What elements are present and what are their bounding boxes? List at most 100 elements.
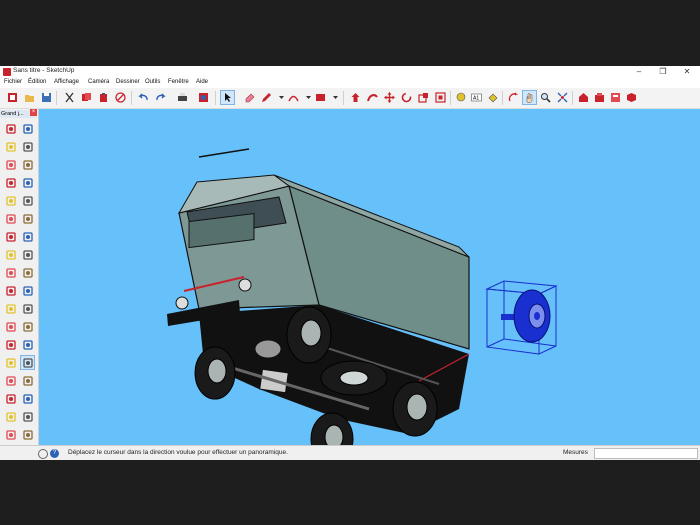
push-pull-icon[interactable] [21,248,34,261]
warehouse-icon[interactable] [577,91,590,104]
model-viewport[interactable] [39,109,700,445]
zoom-icon[interactable] [4,374,17,387]
title-bar: Sans titre - SketchUp – ❐ ✕ [0,66,700,78]
text-icon[interactable]: A1 [470,91,483,104]
menu-fenetre[interactable]: Fenêtre [168,79,189,85]
arc-icon[interactable] [4,212,17,225]
close-icon[interactable]: ✕ [676,66,698,78]
dimension-icon[interactable] [21,302,34,315]
close-icon[interactable]: × [30,109,37,116]
sketchup-window: Sans titre - SketchUp – ❐ ✕ Fichier Édit… [0,66,700,460]
main-toolbar: A1 [0,88,700,109]
open-file-icon[interactable] [23,91,36,104]
extensions-icon[interactable] [593,91,606,104]
rotate-icon[interactable] [4,266,17,279]
menu-outils[interactable]: Outils [145,79,160,85]
rotated-rectangle-icon[interactable] [21,176,34,189]
tape-measure-icon[interactable] [4,302,17,315]
print-icon[interactable] [176,91,189,104]
component-icon[interactable] [21,122,34,135]
zoom-icon[interactable] [539,91,552,104]
circle-icon[interactable] [4,194,17,207]
orbit-icon[interactable] [507,91,520,104]
push-pull-icon[interactable] [349,91,362,104]
model-info-icon[interactable] [197,91,210,104]
rectangle-icon[interactable] [4,176,17,189]
window-title: Sans titre - SketchUp [13,67,75,74]
paste-icon[interactable] [97,91,110,104]
eraser-icon[interactable] [21,140,34,153]
offset-icon[interactable] [21,284,34,297]
pencil-icon[interactable] [260,91,273,104]
measurements-input[interactable] [594,448,698,459]
arc-icon[interactable] [287,91,300,104]
rotate-icon[interactable] [400,91,413,104]
menu-camera[interactable]: Caméra [88,79,109,85]
select-icon[interactable] [4,122,17,135]
eraser-icon[interactable] [243,91,256,104]
pan-icon[interactable] [522,90,537,105]
move-icon[interactable] [383,91,396,104]
minimize-icon[interactable]: – [628,66,650,78]
pie-icon[interactable] [21,212,34,225]
menu-fichier[interactable]: Fichier [4,79,22,85]
menu-aide[interactable]: Aide [196,79,208,85]
sketchup-extension-icon[interactable] [625,91,638,104]
layout-icon[interactable] [609,91,622,104]
undo-icon[interactable] [137,91,150,104]
status-bar: ? Déplacez le curseur dans la direction … [0,445,700,460]
line-icon[interactable] [4,158,17,171]
freehand-icon[interactable] [21,158,34,171]
large-toolset-panel: Grand j... × [0,109,39,445]
geo-location-icon[interactable] [38,449,48,459]
cut-icon[interactable] [63,91,76,104]
shape-icon[interactable] [314,91,327,104]
polygon-icon[interactable] [21,194,34,207]
select-icon[interactable] [220,90,235,105]
copy-icon[interactable] [80,91,93,104]
sketchup-logo-icon [3,68,11,76]
offset-icon[interactable] [434,91,447,104]
protractor-icon[interactable] [4,320,17,333]
scale-icon[interactable] [417,91,430,104]
selected-wheel-component[interactable] [485,280,558,355]
two-point-arc-icon[interactable] [21,230,34,243]
look-around-icon[interactable] [21,410,34,423]
menu-bar: Fichier Édition Affichage Caméra Dessine… [0,78,700,88]
walk-icon[interactable] [4,428,17,441]
position-camera-icon[interactable] [4,410,17,423]
save-icon[interactable] [40,91,53,104]
menu-edition[interactable]: Édition [28,79,46,85]
follow-me-icon[interactable] [366,91,379,104]
move-icon[interactable] [4,248,17,261]
zoom-extents-icon[interactable] [4,392,17,405]
chevron-down-icon[interactable] [329,91,342,104]
tape-measure-icon[interactable] [455,91,468,104]
follow-me-icon[interactable] [21,266,34,279]
3d-text-icon[interactable] [21,338,34,351]
text-icon[interactable] [21,320,34,333]
new-file-icon[interactable] [6,91,19,104]
redo-icon[interactable] [154,91,167,104]
axes-icon[interactable] [4,338,17,351]
model-canvas[interactable] [39,109,700,445]
svg-text:A1: A1 [473,96,479,102]
scale-icon[interactable] [4,284,17,297]
restore-icon[interactable]: ❐ [652,66,674,78]
orbit-icon[interactable] [4,356,17,369]
menu-dessiner[interactable]: Dessiner [116,79,140,85]
status-message: Déplacez le curseur dans la direction vo… [68,449,288,456]
paint-icon[interactable] [4,140,17,153]
three-point-arc-icon[interactable] [4,230,17,243]
menu-affichage[interactable]: Affichage [54,79,79,85]
section-plane-icon[interactable] [21,428,34,441]
pan-icon[interactable] [20,355,35,370]
zoom-extents-icon[interactable] [556,91,569,104]
erase-icon[interactable] [114,91,127,104]
van-model[interactable] [167,148,470,445]
paint-icon[interactable] [486,91,499,104]
zoom-window-icon[interactable] [21,374,34,387]
help-icon[interactable]: ? [50,449,59,458]
previous-view-icon[interactable] [21,392,34,405]
measurements-label: Mesures [563,449,588,456]
